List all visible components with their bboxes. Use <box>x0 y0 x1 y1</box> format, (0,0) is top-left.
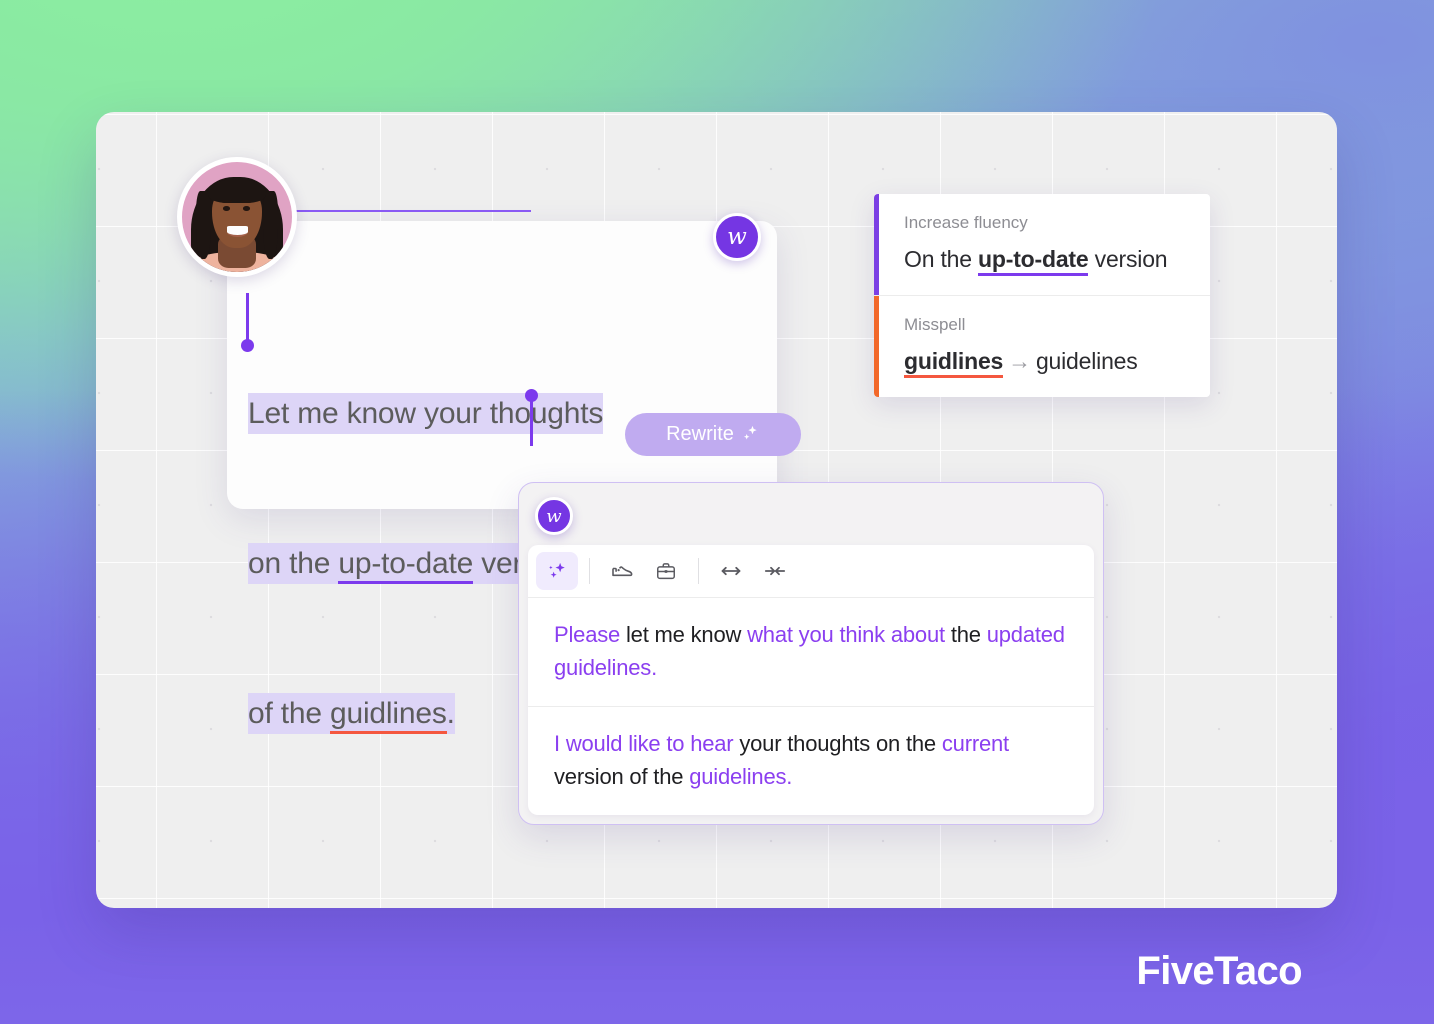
arrow-right-icon: → <box>1008 348 1031 374</box>
suggestion-kind-label: Misspell <box>904 315 966 334</box>
rewrite-toolbar <box>528 545 1094 598</box>
writer-logo-icon[interactable]: w <box>713 213 761 261</box>
rewrite-panel: w Please let me know what you think abou… <box>518 482 1104 825</box>
suggestion-kind-label: Increase fluency <box>904 213 1028 232</box>
seg: what you think about <box>747 622 945 647</box>
seg: let me know <box>620 622 748 647</box>
editor-line-3-pre: of the <box>248 697 330 730</box>
rewrite-button-label: Rewrite <box>666 423 734 445</box>
toolbar-divider <box>589 558 590 584</box>
suggestion-text: guidlines → guidelines <box>904 348 1184 378</box>
suggestion-card-misspell[interactable]: Misspell guidlines → guidelines <box>874 295 1210 397</box>
suggestion-text-after: version <box>1088 246 1168 272</box>
rewrite-option-2[interactable]: I would like to hear your thoughts on th… <box>528 706 1094 815</box>
suggestion-accent-bar-misspell <box>874 296 879 397</box>
expand-arrows-icon[interactable] <box>710 552 752 590</box>
suggestion-text: On the up-to-date version <box>904 246 1184 276</box>
rewrite-option-1[interactable]: Please let me know what you think about … <box>528 598 1094 706</box>
suggestion-cards: Increase fluency On the up-to-date versi… <box>874 194 1210 397</box>
seg: guidelines. <box>689 764 793 789</box>
selection-caret-end <box>530 396 533 446</box>
rewrite-button[interactable]: Rewrite <box>625 413 801 456</box>
seg: the <box>944 622 987 647</box>
briefcase-icon[interactable] <box>645 552 687 590</box>
suggestion-text-before: On the <box>904 246 979 272</box>
seg: Please <box>554 622 621 647</box>
editor-line-3-post: . <box>446 697 455 730</box>
seg: I would like to hear <box>554 731 734 756</box>
selection-caret-start <box>246 293 249 341</box>
seg: current <box>941 731 1009 756</box>
brand-wordmark: FiveTaco <box>1136 949 1302 993</box>
screenshot-root: w Let me know your thoughts on the up-to… <box>0 0 1434 1024</box>
fluency-underlined-phrase: up-to-date <box>338 547 473 584</box>
avatar-photo <box>182 162 292 272</box>
suggestion-accent-bar-fluency <box>874 194 879 295</box>
corrected-word: guidelines <box>1035 348 1138 374</box>
editor-line-3: of the guidlines. <box>248 693 455 734</box>
editor-line-2-pre: on the <box>248 547 339 580</box>
toolbar-divider <box>698 558 699 584</box>
shrink-arrows-icon[interactable] <box>754 552 796 590</box>
writer-logo-icon[interactable]: w <box>535 497 573 535</box>
rewrite-panel-body: Please let me know what you think about … <box>528 545 1094 815</box>
misspelled-word: guidlines <box>330 697 447 734</box>
sparkle-icon[interactable] <box>536 552 578 590</box>
suggestion-card-fluency[interactable]: Increase fluency On the up-to-date versi… <box>874 194 1210 295</box>
editor-card: w Let me know your thoughts on the up-to… <box>227 213 777 734</box>
misspelled-word-suggestion: guidlines <box>904 348 1003 378</box>
selection-handle-end[interactable] <box>525 389 538 402</box>
suggestion-emphasis: up-to-date <box>978 246 1089 276</box>
rewrite-panel-header: w <box>519 483 1103 545</box>
shoe-icon[interactable] <box>601 552 643 590</box>
editor-line-1: Let me know your thoughts <box>248 393 603 434</box>
user-avatar <box>177 157 297 277</box>
selection-handle-start[interactable] <box>241 339 254 352</box>
sparkle-icon <box>741 424 760 446</box>
seg: version of the <box>554 764 690 789</box>
seg: your thoughts on the <box>733 731 942 756</box>
